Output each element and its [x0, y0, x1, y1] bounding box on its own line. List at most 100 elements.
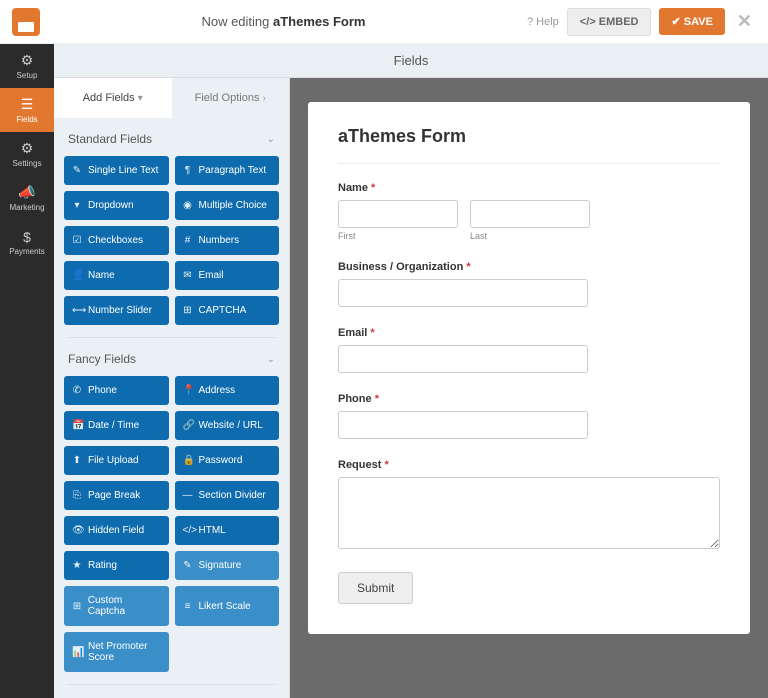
- field-icon: ☑: [72, 235, 82, 246]
- section-payment-fields[interactable]: Payment Fields⌄: [54, 685, 289, 698]
- main-sidebar: ⚙Setup ☰Fields ⚙Settings 📣Marketing $Pay…: [0, 44, 54, 698]
- chevron-down-icon: ⌄: [267, 354, 275, 365]
- field-label: Net Promoter Score: [88, 641, 161, 663]
- field-label: Date / Time: [88, 420, 139, 431]
- field-label: Number Slider: [88, 305, 152, 316]
- field-label: Password: [199, 455, 243, 466]
- field-label: Single Line Text: [88, 165, 158, 176]
- field-icon: ✉: [183, 270, 193, 281]
- sidebar-item-marketing[interactable]: 📣Marketing: [0, 176, 54, 220]
- field-phone[interactable]: ✆Phone: [64, 376, 169, 405]
- save-button[interactable]: ✔ SAVE: [659, 8, 724, 35]
- request-textarea[interactable]: [338, 477, 720, 549]
- field-label: Hidden Field: [88, 525, 144, 536]
- field-likert-scale[interactable]: ≡Likert Scale: [175, 586, 280, 626]
- field-icon: ◉: [183, 200, 193, 211]
- form-preview: aThemes Form Name * First Last Business …: [308, 102, 750, 634]
- fields-panel: Add Fields ▾ Field Options › Standard Fi…: [54, 78, 290, 698]
- field-icon: ★: [72, 560, 82, 571]
- email-input[interactable]: [338, 345, 588, 373]
- field-password[interactable]: 🔒 Password: [175, 446, 280, 475]
- field-dropdown[interactable]: ▾ Dropdown: [64, 191, 169, 220]
- request-label: Request *: [338, 459, 720, 471]
- field-file-upload[interactable]: ⬆ File Upload: [64, 446, 169, 475]
- field-icon: 🔗: [183, 420, 193, 431]
- dollar-icon: $: [23, 229, 31, 245]
- field-icon: 🔒: [183, 455, 193, 466]
- field-icon: ⬆: [72, 455, 82, 466]
- field-icon: ⊞: [183, 305, 193, 316]
- field-label: Paragraph Text: [199, 165, 267, 176]
- last-name-input[interactable]: [470, 200, 590, 228]
- field-icon: 📊: [72, 647, 82, 658]
- first-name-input[interactable]: [338, 200, 458, 228]
- field-label: Page Break: [88, 490, 140, 501]
- sidebar-item-payments[interactable]: $Payments: [0, 220, 54, 264]
- phone-input[interactable]: [338, 411, 588, 439]
- first-sublabel: First: [338, 231, 458, 241]
- phone-label: Phone *: [338, 393, 720, 405]
- field-custom-captcha[interactable]: ⊞Custom Captcha: [64, 586, 169, 626]
- field-checkboxes[interactable]: ☑Checkboxes: [64, 226, 169, 255]
- last-sublabel: Last: [470, 231, 590, 241]
- field-icon: </>: [183, 525, 193, 536]
- sliders-icon: ⚙: [21, 140, 34, 157]
- field-icon: 📅: [72, 420, 82, 431]
- field-label: Rating: [88, 560, 117, 571]
- field-label: Dropdown: [88, 200, 134, 211]
- field-rating[interactable]: ★ Rating: [64, 551, 169, 580]
- field-number-slider[interactable]: ⟷ Number Slider: [64, 296, 169, 325]
- field-single-line-text[interactable]: ✎Single Line Text: [64, 156, 169, 185]
- field-label: File Upload: [88, 455, 139, 466]
- field-icon: ✎: [183, 560, 193, 571]
- field-label: HTML: [199, 525, 226, 536]
- wpforms-logo: [12, 8, 40, 36]
- field-date-time[interactable]: 📅 Date / Time: [64, 411, 169, 440]
- list-icon: ☰: [21, 96, 34, 113]
- field-email[interactable]: ✉ Email: [175, 261, 280, 290]
- subheader: Fields: [54, 44, 768, 78]
- field-label: Name: [88, 270, 115, 281]
- help-link[interactable]: ? Help: [527, 16, 559, 28]
- field-label: Multiple Choice: [199, 200, 267, 211]
- section-fancy-fields[interactable]: Fancy Fields⌄: [54, 338, 289, 376]
- field-hidden-field[interactable]: 👁 Hidden Field: [64, 516, 169, 545]
- field-label: Likert Scale: [199, 601, 251, 612]
- business-input[interactable]: [338, 279, 588, 307]
- tab-add-fields[interactable]: Add Fields ▾: [54, 78, 172, 118]
- field-page-break[interactable]: ⎘Page Break: [64, 481, 169, 510]
- field-section-divider[interactable]: ―Section Divider: [175, 481, 280, 510]
- field-paragraph-text[interactable]: ¶Paragraph Text: [175, 156, 280, 185]
- field-icon: ⟷: [72, 305, 82, 316]
- field-signature[interactable]: ✎ Signature: [175, 551, 280, 580]
- sidebar-item-fields[interactable]: ☰Fields: [0, 88, 54, 132]
- field-icon: 👁: [72, 525, 82, 536]
- section-standard-fields[interactable]: Standard Fields⌄: [54, 118, 289, 156]
- field-label: Email: [199, 270, 224, 281]
- field-icon: ―: [183, 490, 193, 501]
- field-numbers[interactable]: #Numbers: [175, 226, 280, 255]
- chevron-right-icon: ›: [263, 93, 266, 104]
- close-icon[interactable]: ✕: [733, 11, 756, 32]
- field-name[interactable]: 👤 Name: [64, 261, 169, 290]
- field-captcha[interactable]: ⊞ CAPTCHA: [175, 296, 280, 325]
- embed-button[interactable]: </> EMBED: [567, 8, 652, 36]
- sidebar-item-setup[interactable]: ⚙Setup: [0, 44, 54, 88]
- field-icon: 👤: [72, 270, 82, 281]
- submit-button[interactable]: Submit: [338, 572, 413, 604]
- field-label: CAPTCHA: [199, 305, 247, 316]
- field-net-promoter-score[interactable]: 📊 Net Promoter Score: [64, 632, 169, 672]
- sidebar-item-settings[interactable]: ⚙Settings: [0, 132, 54, 176]
- field-website-url[interactable]: 🔗Website / URL: [175, 411, 280, 440]
- chevron-down-icon: ▾: [138, 93, 143, 104]
- field-address[interactable]: 📍Address: [175, 376, 280, 405]
- tab-field-options[interactable]: Field Options ›: [172, 78, 290, 118]
- field-icon: ▾: [72, 200, 82, 211]
- field-label: Address: [199, 385, 236, 396]
- field-icon: ✆: [72, 385, 82, 396]
- field-label: Custom Captcha: [88, 595, 161, 617]
- chevron-down-icon: ⌄: [267, 134, 275, 145]
- field-multiple-choice[interactable]: ◉ Multiple Choice: [175, 191, 280, 220]
- field-label: Signature: [199, 560, 242, 571]
- field-html[interactable]: </> HTML: [175, 516, 280, 545]
